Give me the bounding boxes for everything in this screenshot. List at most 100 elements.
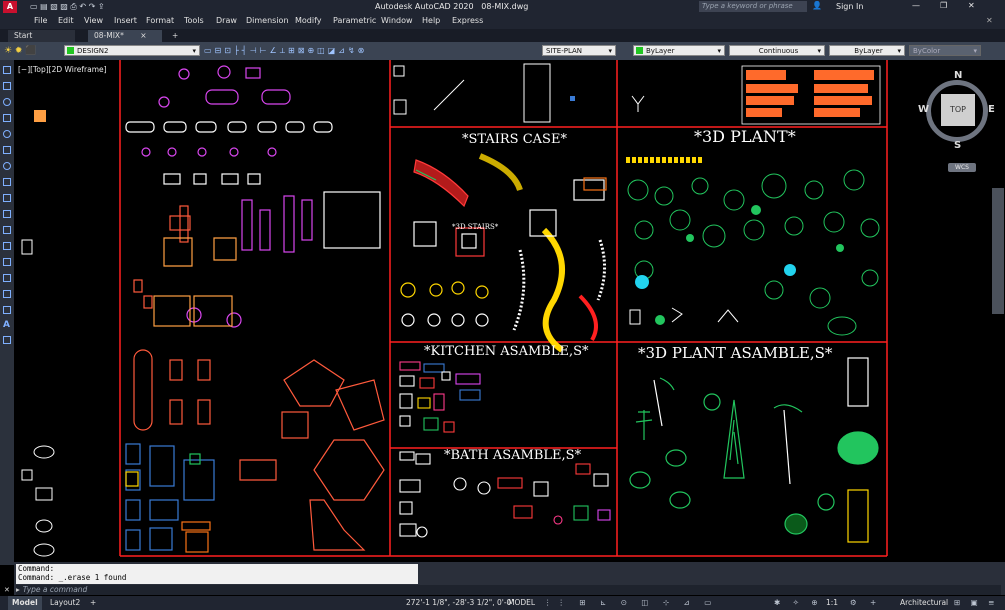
block-tool-icon[interactable] xyxy=(3,210,11,218)
quick-access-toolbar[interactable]: ▭ ▤ ▧ ▨ ⎙ ↶ ↷ ⇪ xyxy=(30,2,105,12)
sign-in-button[interactable]: Sign In xyxy=(836,2,863,11)
left-margin-blocks xyxy=(21,239,55,557)
arc-tool-icon[interactable] xyxy=(3,130,11,138)
style-dropdown[interactable]: SITE-PLAN ▾ xyxy=(542,45,616,56)
tab-model[interactable]: Model xyxy=(8,596,42,610)
ellipse-tool-icon[interactable] xyxy=(3,162,11,170)
chevron-down-icon: ▾ xyxy=(192,47,196,55)
tab-layout2[interactable]: Layout2 xyxy=(46,596,84,610)
autocad-logo-icon[interactable]: A xyxy=(3,1,17,13)
top-middle-blocks xyxy=(393,63,551,123)
section-title-plant-assembly: *3D PLANT ASAMBLE,S* xyxy=(638,344,833,362)
layer-dropdown[interactable]: DESIGN2 ▾ xyxy=(64,45,200,56)
menu-express[interactable]: Express xyxy=(452,16,483,25)
command-input[interactable]: ▸ Type a command xyxy=(16,585,1001,595)
plotstyle-dropdown: ByColor ▾ xyxy=(909,45,981,56)
section-title-kitchen: *KITCHEN ASAMBLE,S* xyxy=(424,344,589,359)
menu-tools[interactable]: Tools xyxy=(184,16,204,25)
search-input[interactable]: Type a keyword or phrase xyxy=(699,1,807,12)
document-tabs: Start 08-MIX* × + xyxy=(0,29,1005,42)
compass-east[interactable]: E xyxy=(988,104,995,115)
section-title-stairs: *STAIRS CASE* xyxy=(462,132,567,147)
bath-blocks xyxy=(399,451,611,538)
tab-start[interactable]: Start xyxy=(8,30,75,42)
drafting-toggles[interactable]: ⋮⋮ ⊞ ⊾ ⊙ ◫ ⊹ ⊿ ▭ xyxy=(540,596,721,610)
lineweight-dropdown[interactable]: ByLayer ▾ xyxy=(829,45,905,56)
revcloud-tool-icon[interactable] xyxy=(3,194,11,202)
color-icon[interactable] xyxy=(620,45,628,56)
annotation-scale[interactable]: 1:1 xyxy=(822,596,842,610)
menu-dimension[interactable]: Dimension xyxy=(246,16,289,25)
viewport-label[interactable]: [−][Top][2D Wireframe] xyxy=(18,65,107,74)
plus-icon[interactable]: + xyxy=(866,596,880,610)
compass-north[interactable]: N xyxy=(954,70,962,81)
minimize-button[interactable]: — xyxy=(912,1,920,10)
units-display[interactable]: Architectural xyxy=(896,596,952,610)
addselected-tool-icon[interactable] xyxy=(3,336,11,344)
model-space-toggle[interactable]: MODEL xyxy=(504,596,539,610)
navigation-bar[interactable] xyxy=(992,188,1004,314)
menu-format[interactable]: Format xyxy=(146,16,174,25)
menu-modify[interactable]: Modify xyxy=(295,16,322,25)
table-tool-icon[interactable] xyxy=(3,306,11,314)
linetype-dropdown[interactable]: Continuous ▾ xyxy=(729,45,825,56)
menu-close-icon[interactable]: ✕ xyxy=(986,16,993,25)
menu-parametric[interactable]: Parametric xyxy=(333,16,376,25)
wcs-menu[interactable]: WCS xyxy=(948,163,976,172)
settings-gear-icon[interactable]: ⚙ xyxy=(846,596,861,610)
circle-tool-icon[interactable] xyxy=(3,98,11,106)
command-history-line: Command: _.erase 1 found xyxy=(18,573,127,582)
mtext-tool-icon[interactable]: A xyxy=(3,320,10,330)
tab-active-drawing[interactable]: 08-MIX* × xyxy=(88,30,162,42)
small-tree-top xyxy=(631,95,645,112)
command-prompt-icon: ▸ xyxy=(16,585,20,594)
color-dropdown[interactable]: ByLayer ▾ xyxy=(633,45,725,56)
gradient-tool-icon[interactable] xyxy=(3,274,11,282)
furniture-blocks xyxy=(125,65,385,553)
menu-insert[interactable]: Insert xyxy=(114,16,137,25)
command-history-line: Command: xyxy=(18,564,55,573)
rectangle-tool-icon[interactable] xyxy=(3,114,11,122)
menu-file[interactable]: File xyxy=(34,16,47,25)
polyline-tool-icon[interactable] xyxy=(3,82,11,90)
add-layout-button[interactable]: + xyxy=(86,596,100,610)
compass-west[interactable]: W xyxy=(918,104,929,115)
dimension-tools[interactable]: ▭⊟⊡├┤⊣⊢∠⟂⊞⊠⊕◫◪⊿↯⊗ xyxy=(204,45,538,57)
section-title-bath: *BATH ASAMBLE,S* xyxy=(444,448,582,463)
menu-window[interactable]: Window xyxy=(381,16,413,25)
kitchen-blocks xyxy=(399,361,481,433)
polygon-tool-icon[interactable] xyxy=(3,146,11,154)
spline-tool-icon[interactable] xyxy=(3,178,11,186)
drawing-viewport[interactable]: [−][Top][2D Wireframe] *STAIRS CASE* *3D… xyxy=(14,60,1005,560)
close-button[interactable]: ✕ xyxy=(968,1,975,10)
left-margin-marker xyxy=(34,110,46,122)
coordinate-readout[interactable]: 272'-1 1/8", -28'-3 1/2", 0'-0" xyxy=(402,596,519,610)
layer-properties-toolbar: ☀ ✹ ⬛ DESIGN2 ▾ ▭⊟⊡├┤⊣⊢∠⟂⊞⊠⊕◫◪⊿↯⊗ SITE-PL… xyxy=(0,42,1005,60)
compass-south[interactable]: S xyxy=(954,140,961,151)
menu-draw[interactable]: Draw xyxy=(216,16,237,25)
restore-button[interactable]: ❐ xyxy=(940,1,947,10)
layer-state-icons[interactable]: ☀ ✹ ⬛ xyxy=(4,46,37,56)
command-history: Command: Command: _.erase 1 found xyxy=(16,564,418,584)
annotation-tools[interactable]: ✱ ✧ ⊕ xyxy=(770,596,827,610)
menu-view[interactable]: View xyxy=(84,16,103,25)
draw-tool-palette: A xyxy=(0,60,14,565)
region-tool-icon[interactable] xyxy=(3,290,11,298)
user-icon[interactable]: 👤 xyxy=(812,1,822,10)
viewcube-top-face[interactable]: TOP xyxy=(941,94,975,126)
insert-tool-icon[interactable] xyxy=(3,226,11,234)
status-bar: Model Layout2 + 272'-1 1/8", -28'-3 1/2"… xyxy=(0,596,1005,610)
line-tool-icon[interactable] xyxy=(3,66,11,74)
menu-edit[interactable]: Edit xyxy=(58,16,74,25)
menu-help[interactable]: Help xyxy=(422,16,440,25)
status-icons[interactable]: ⊞ ▣ ≡ xyxy=(950,596,1002,610)
new-tab-button[interactable]: + xyxy=(166,30,184,42)
schedule-table xyxy=(741,65,881,125)
plant-assembly-blocks xyxy=(629,357,879,543)
point-tool-icon[interactable] xyxy=(3,242,11,250)
viewcube[interactable]: TOP N S E W xyxy=(918,70,998,154)
blue-marker xyxy=(570,96,575,101)
hatch-tool-icon[interactable] xyxy=(3,258,11,266)
section-label-3d-stairs: *3D STAIRS* xyxy=(452,223,499,231)
close-command-icon[interactable]: ✕ xyxy=(4,586,10,594)
